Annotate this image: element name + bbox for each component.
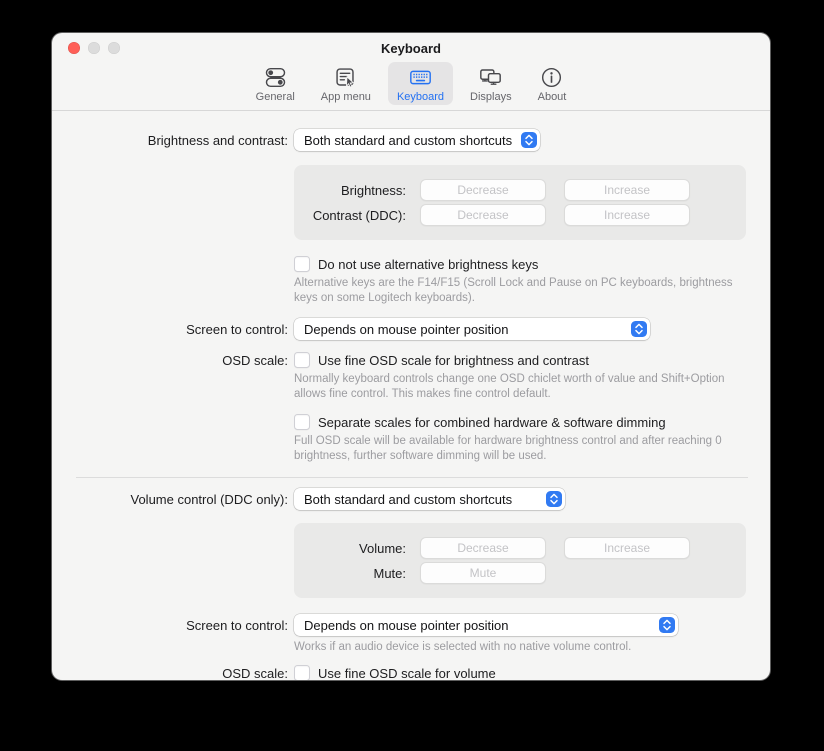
separate-scales-help: Full OSD scale will be available for har… xyxy=(294,434,748,464)
tab-displays[interactable]: Displays xyxy=(461,62,521,105)
volume-osd-label: OSD scale: xyxy=(76,666,294,681)
brightness-screen-row: Screen to control: Depends on mouse poin… xyxy=(76,318,748,340)
brightness-osd-help: Normally keyboard controls change one OS… xyxy=(294,372,748,402)
tab-about[interactable]: About xyxy=(529,62,576,105)
contrast-row-label: Contrast (DDC): xyxy=(294,208,420,223)
volume-decrease-field[interactable]: Decrease xyxy=(420,537,546,559)
toggles-icon xyxy=(263,65,288,90)
mute-row-label: Mute: xyxy=(294,566,420,581)
mute-field[interactable]: Mute xyxy=(420,562,546,584)
separate-scales-checkbox-label: Separate scales for combined hardware & … xyxy=(318,415,666,430)
brightness-increase-field[interactable]: Increase xyxy=(564,179,690,201)
volume-screen-select[interactable]: Depends on mouse pointer position xyxy=(294,614,678,636)
tab-keyboard-label: Keyboard xyxy=(397,91,444,103)
displays-icon xyxy=(478,65,503,90)
brightness-screen-value: Depends on mouse pointer position xyxy=(304,322,623,337)
volume-mode-value: Both standard and custom shortcuts xyxy=(304,492,538,507)
volume-mode-select[interactable]: Both standard and custom shortcuts xyxy=(294,488,565,510)
brightness-screen-select[interactable]: Depends on mouse pointer position xyxy=(294,318,650,340)
mute-shortcut-row: Mute: Mute xyxy=(294,562,746,584)
brightness-decrease-field[interactable]: Decrease xyxy=(420,179,546,201)
volume-mode-row: Volume control (DDC only): Both standard… xyxy=(76,488,748,510)
preferences-window: Keyboard General App m xyxy=(52,33,770,680)
separate-scales-checkbox[interactable] xyxy=(294,414,310,430)
tab-about-label: About xyxy=(538,91,567,103)
brightness-screen-label: Screen to control: xyxy=(76,322,294,337)
tab-app-menu-label: App menu xyxy=(321,91,371,103)
brightness-mode-row: Brightness and contrast: Both standard a… xyxy=(76,129,748,151)
volume-screen-value: Depends on mouse pointer position xyxy=(304,618,651,633)
tab-app-menu[interactable]: App menu xyxy=(312,62,380,105)
info-icon xyxy=(539,65,564,90)
volume-mode-label: Volume control (DDC only): xyxy=(76,492,294,507)
volume-screen-row: Screen to control: Depends on mouse poin… xyxy=(76,614,748,636)
tab-general-label: General xyxy=(256,91,295,103)
popup-chevron-icon xyxy=(631,321,647,337)
volume-shortcuts-panel: Volume: Decrease Increase Mute: Mute xyxy=(294,523,746,598)
brightness-mode-value: Both standard and custom shortcuts xyxy=(304,133,513,148)
brightness-mode-select[interactable]: Both standard and custom shortcuts xyxy=(294,129,540,151)
popup-chevron-icon xyxy=(659,617,675,633)
volume-osd-row: OSD scale: Use fine OSD scale for volume xyxy=(76,665,748,680)
volume-screen-label: Screen to control: xyxy=(76,618,294,633)
volume-osd-checkbox[interactable] xyxy=(294,665,310,680)
brightness-row-label: Brightness: xyxy=(294,183,420,198)
menu-pointer-icon xyxy=(333,65,358,90)
alt-keys-help: Alternative keys are the F14/F15 (Scroll… xyxy=(294,276,748,306)
window-title: Keyboard xyxy=(52,41,770,56)
title-bar: Keyboard xyxy=(52,33,770,59)
keyboard-icon xyxy=(408,65,433,90)
alt-keys-checkbox-row: Do not use alternative brightness keys xyxy=(294,256,748,272)
tab-keyboard[interactable]: Keyboard xyxy=(388,62,453,105)
section-divider xyxy=(76,477,748,478)
brightness-shortcut-row: Brightness: Decrease Increase xyxy=(294,179,746,201)
volume-increase-field[interactable]: Increase xyxy=(564,537,690,559)
brightness-osd-checkbox-label: Use fine OSD scale for brightness and co… xyxy=(318,353,589,368)
brightness-osd-row: OSD scale: Use fine OSD scale for bright… xyxy=(76,352,748,368)
brightness-osd-checkbox-row: Use fine OSD scale for brightness and co… xyxy=(294,352,589,368)
toolbar: General App menu Keyboard xyxy=(52,59,770,111)
brightness-shortcuts-panel: Brightness: Decrease Increase Contrast (… xyxy=(294,165,746,240)
contrast-shortcut-row: Contrast (DDC): Decrease Increase xyxy=(294,204,746,226)
volume-osd-checkbox-row: Use fine OSD scale for volume xyxy=(294,665,496,680)
brightness-mode-label: Brightness and contrast: xyxy=(76,133,294,148)
keyboard-settings-pane: Brightness and contrast: Both standard a… xyxy=(52,129,770,680)
brightness-osd-checkbox[interactable] xyxy=(294,352,310,368)
alt-keys-checkbox[interactable] xyxy=(294,256,310,272)
volume-row-label: Volume: xyxy=(294,541,420,556)
tab-general[interactable]: General xyxy=(247,62,304,105)
alt-keys-checkbox-label: Do not use alternative brightness keys xyxy=(318,257,538,272)
popup-chevron-icon xyxy=(521,132,537,148)
popup-chevron-icon xyxy=(546,491,562,507)
volume-shortcut-row: Volume: Decrease Increase xyxy=(294,537,746,559)
volume-osd-checkbox-label: Use fine OSD scale for volume xyxy=(318,666,496,681)
separate-scales-checkbox-row: Separate scales for combined hardware & … xyxy=(294,414,748,430)
volume-screen-help: Works if an audio device is selected wit… xyxy=(294,640,748,655)
contrast-decrease-field[interactable]: Decrease xyxy=(420,204,546,226)
brightness-osd-label: OSD scale: xyxy=(76,353,294,368)
contrast-increase-field[interactable]: Increase xyxy=(564,204,690,226)
tab-displays-label: Displays xyxy=(470,91,512,103)
